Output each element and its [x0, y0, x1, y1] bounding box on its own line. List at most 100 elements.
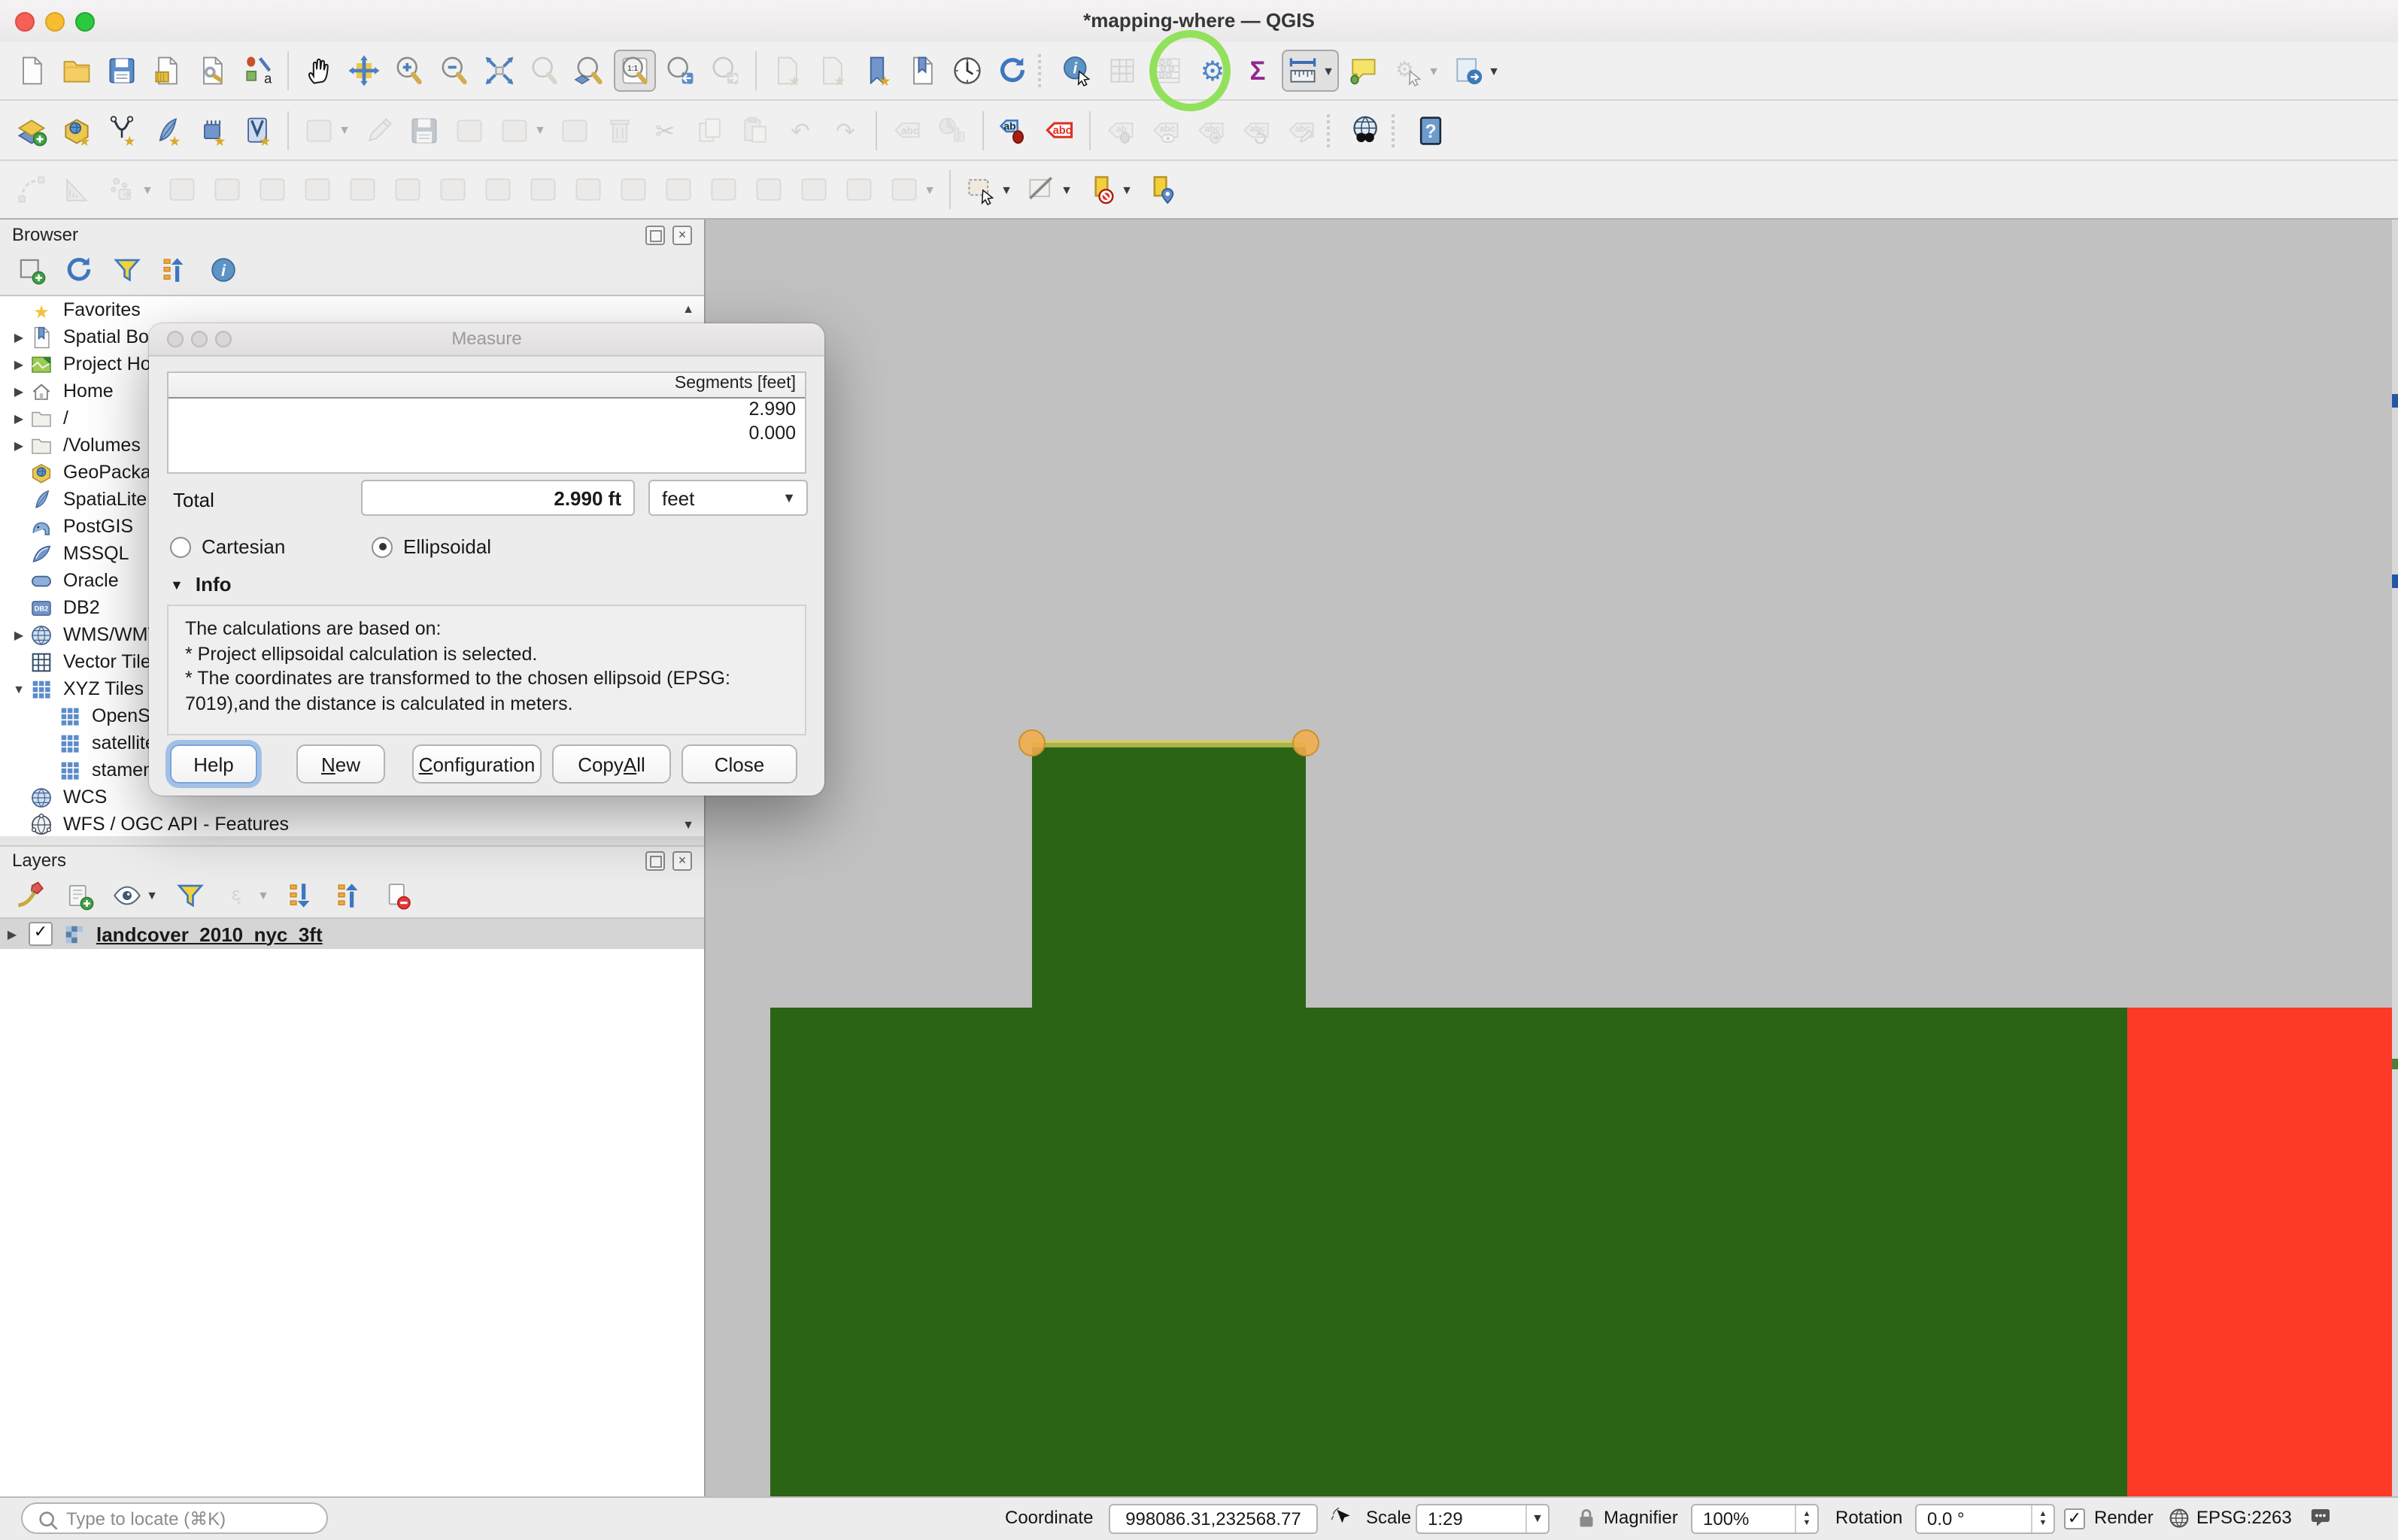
save-project-button[interactable]: [101, 50, 143, 92]
open-layer-styling-panel-button[interactable]: [9, 875, 51, 917]
style-manager-button[interactable]: a: [236, 50, 278, 92]
close-window-button[interactable]: [15, 12, 35, 32]
dropdown-arrow-icon[interactable]: ▼: [1486, 64, 1501, 77]
add-group-button[interactable]: [57, 875, 99, 917]
new-spatialite-layer-button[interactable]: ★: [146, 109, 188, 151]
collapse-all-layers-button[interactable]: [328, 875, 370, 917]
copy-all-button[interactable]: Copy All: [552, 744, 671, 784]
measure-dialog-titlebar[interactable]: Measure: [149, 323, 824, 356]
cartesian-radio[interactable]: Cartesian: [170, 535, 285, 558]
dropdown-arrow-icon[interactable]: ▼: [533, 123, 548, 137]
zoom-to-native-resolution-button[interactable]: 1:1: [614, 50, 656, 92]
layer-expander-icon[interactable]: ▶: [0, 927, 24, 941]
identify-features-button[interactable]: i: [1056, 50, 1098, 92]
refresh-map-button[interactable]: [991, 50, 1034, 92]
dialog-minimize-button[interactable]: [191, 331, 208, 347]
rotation-spinbox[interactable]: 0.0 ° ▲▼: [1915, 1504, 2055, 1534]
tree-expander-icon[interactable]: ▶: [9, 438, 29, 452]
minimize-window-button[interactable]: [45, 12, 65, 32]
toolbar-drag-handle[interactable]: [1327, 114, 1337, 147]
select-features-by-area-button[interactable]: ▼: [960, 168, 1017, 211]
dialog-zoom-button[interactable]: [215, 331, 232, 347]
select-features-by-location-button[interactable]: [1140, 168, 1182, 211]
extent-tracking-icon[interactable]: [1328, 1505, 1354, 1531]
ellipsoidal-radio[interactable]: Ellipsoidal: [372, 535, 491, 558]
annotations-button[interactable]: ▼: [1447, 50, 1504, 92]
units-dropdown[interactable]: feet▼: [648, 480, 808, 516]
dropdown-arrow-icon[interactable]: ▼: [256, 889, 271, 902]
tree-expander-icon[interactable]: ▶: [9, 357, 29, 371]
zoom-to-layer-button[interactable]: [569, 50, 611, 92]
pan-map-button[interactable]: [298, 50, 340, 92]
total-value-field[interactable]: 2.990 ft: [361, 480, 635, 516]
expand-all-button[interactable]: [280, 875, 322, 917]
dropdown-arrow-icon[interactable]: ▼: [337, 123, 352, 137]
browser-item-wfs-ogc-api-features[interactable]: WFS / OGC API - Features: [0, 811, 704, 838]
dropdown-arrow-icon[interactable]: ▼: [144, 889, 159, 902]
map-tips-button[interactable]: [1342, 50, 1384, 92]
coordinate-input[interactable]: 998086.31,232568.77: [1109, 1504, 1318, 1534]
tree-expander-icon[interactable]: ▼: [9, 682, 29, 696]
remove-layer-group-button[interactable]: [376, 875, 418, 917]
zoom-in-button[interactable]: [388, 50, 430, 92]
float-panel-icon[interactable]: [645, 225, 665, 244]
configuration-button[interactable]: Configuration: [412, 744, 542, 784]
zoom-out-button[interactable]: [433, 50, 475, 92]
layer-visibility-checkbox[interactable]: ✓: [29, 922, 53, 946]
close-button[interactable]: Close: [681, 744, 797, 784]
zoom-full-extent-button[interactable]: [478, 50, 521, 92]
locator-search-input[interactable]: Type to locate (⌘K): [21, 1502, 328, 1534]
browser-item-favorites[interactable]: ★Favorites: [0, 296, 704, 323]
show-statistics-button[interactable]: Σ: [1237, 50, 1279, 92]
float-panel-icon[interactable]: [645, 850, 665, 870]
dropdown-arrow-icon[interactable]: ▼: [1321, 64, 1336, 77]
help-button[interactable]: Help: [170, 744, 257, 784]
toolbar-drag-handle[interactable]: [1392, 114, 1402, 147]
temporal-controller-button[interactable]: [946, 50, 988, 92]
dropdown-arrow-icon[interactable]: ▼: [1426, 64, 1441, 77]
crs-status-label[interactable]: EPSG:2263: [2196, 1498, 2292, 1538]
help-button[interactable]: ?: [1410, 109, 1452, 151]
show-layout-manager-button[interactable]: [191, 50, 233, 92]
zoom-window-button[interactable]: [75, 12, 95, 32]
dropdown-arrow-icon[interactable]: ▼: [140, 183, 155, 196]
dialog-close-button[interactable]: [167, 331, 184, 347]
add-selected-layers-button[interactable]: [9, 249, 51, 291]
spinner-arrows-icon[interactable]: ▲▼: [1795, 1505, 1817, 1532]
manage-map-themes-button[interactable]: ▼: [105, 875, 162, 917]
processing-toolbox-button[interactable]: ⚙: [1191, 50, 1234, 92]
pan-map-to-selection-button[interactable]: [343, 50, 385, 92]
scroll-down-icon[interactable]: ▼: [678, 815, 698, 835]
refresh-browser-button[interactable]: [57, 249, 99, 291]
metasearch-button[interactable]: [1345, 109, 1387, 151]
render-checkbox[interactable]: ✓: [2064, 1508, 2085, 1529]
new-geopackage-layer-button[interactable]: ★: [56, 109, 98, 151]
messages-icon[interactable]: [2308, 1505, 2339, 1531]
open-project-button[interactable]: [56, 50, 98, 92]
new-spatial-bookmark-button[interactable]: ★: [856, 50, 898, 92]
tree-expander-icon[interactable]: ▶: [9, 411, 29, 425]
new-virtual-layer-button[interactable]: ★: [191, 109, 233, 151]
new-button[interactable]: New: [296, 744, 385, 784]
filter-legend-button[interactable]: [168, 875, 211, 917]
spinner-arrows-icon[interactable]: ▲▼: [2031, 1505, 2053, 1532]
layer-row[interactable]: ▶✓landcover_2010_nyc_3ft: [0, 919, 704, 949]
measure-line-button[interactable]: ▼: [1282, 50, 1339, 92]
scroll-up-icon[interactable]: ▲: [678, 299, 698, 319]
dropdown-arrow-icon[interactable]: ▼: [999, 183, 1014, 196]
scale-combobox[interactable]: 1:29 ▼: [1416, 1504, 1550, 1534]
deselect-features-from-all-layers-button[interactable]: ▼: [1080, 168, 1137, 211]
dropdown-arrow-icon[interactable]: ▼: [1059, 183, 1074, 196]
map-canvas[interactable]: [706, 220, 2398, 1498]
zoom-last-button[interactable]: [659, 50, 701, 92]
toggle-unplaced-labels-button[interactable]: abc: [1038, 109, 1080, 151]
dropdown-arrow-icon[interactable]: ▼: [1119, 183, 1134, 196]
toolbar-drag-handle[interactable]: [1038, 54, 1049, 87]
data-source-manager-button[interactable]: [11, 109, 53, 151]
close-panel-icon[interactable]: ×: [672, 225, 692, 244]
magnifier-spinbox[interactable]: 100% ▲▼: [1691, 1504, 1819, 1534]
dropdown-arrow-icon[interactable]: ▼: [1525, 1505, 1548, 1532]
new-print-layout-button[interactable]: [146, 50, 188, 92]
enable-disable-properties-widget-button[interactable]: i: [202, 249, 244, 291]
dropdown-arrow-icon[interactable]: ▼: [922, 183, 937, 196]
